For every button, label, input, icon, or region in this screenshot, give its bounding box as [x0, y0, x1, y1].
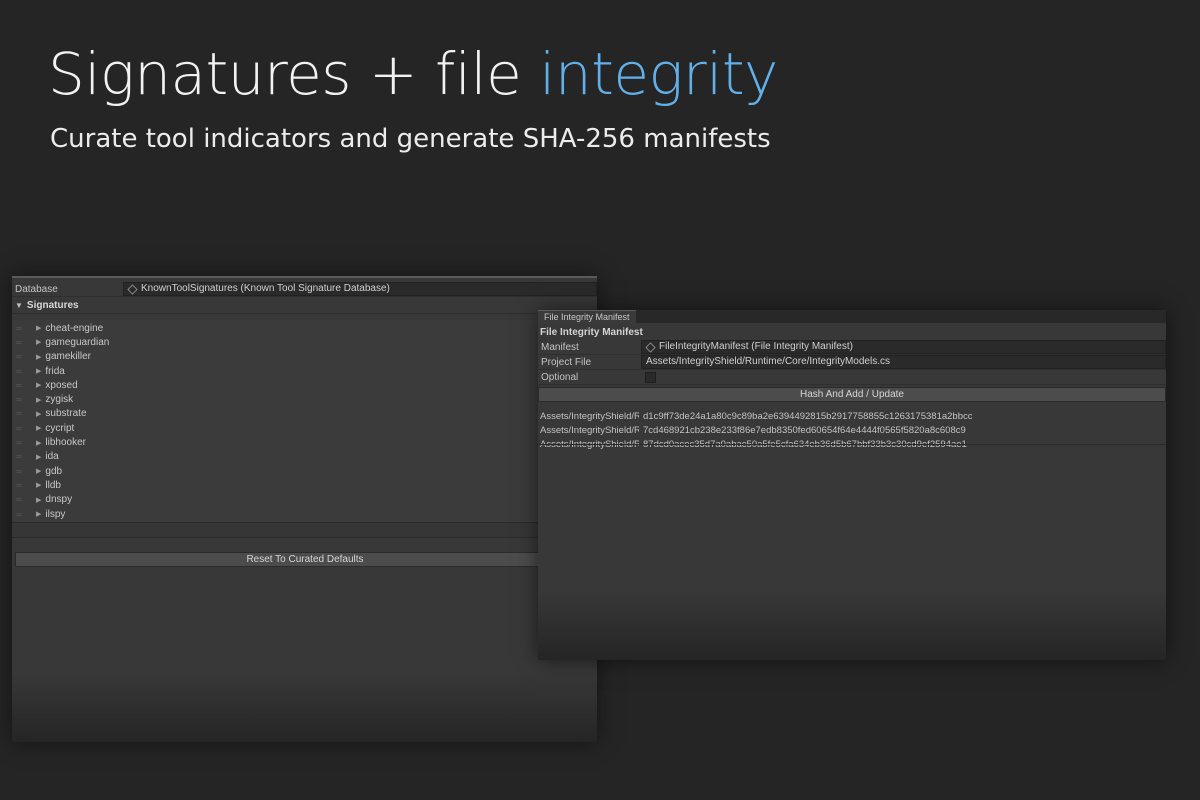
optional-label: Optional [541, 371, 579, 383]
entry-hash: 87dcd0acec35d7a0abac50a5fe5cfa634eb36d5b… [639, 438, 967, 452]
signature-label: xposed [45, 379, 78, 391]
reset-defaults-button[interactable]: Reset To Curated Defaults [15, 552, 595, 568]
drag-handle-icon[interactable]: ═ [16, 338, 26, 347]
optional-row: Optional [538, 370, 1166, 385]
manifest-value: FileIntegrityManifest (File Integrity Ma… [659, 341, 853, 352]
signatures-list: ═ ▶ cheat-engine ═ ▶ gameguardian ═ ▶ gamekiller… [12, 320, 597, 524]
hero-subtitle: Curate tool indicators and generate SHA-… [50, 124, 771, 154]
list-footer [12, 523, 597, 539]
divider [538, 444, 1166, 445]
foldout-collapsed-icon[interactable]: ▶ [36, 481, 41, 489]
list-item[interactable]: ═ ▶ libhooker [12, 435, 597, 449]
manifest-entries-list: Assets/IntegrityShield/Runt d1c9ff73de24a… [538, 410, 1166, 452]
signature-label: libhooker [45, 437, 86, 449]
foldout-collapsed-icon[interactable]: ▶ [36, 353, 41, 361]
drag-handle-icon[interactable]: ═ [16, 409, 26, 418]
manifest-entry-row[interactable]: Assets/IntegrityShield/Runt 7cd468921cb23… [538, 424, 1166, 438]
list-item[interactable]: ═ ▶ gamekiller [12, 350, 597, 364]
signature-label: gamekiller [45, 351, 91, 363]
foldout-collapsed-icon[interactable]: ▶ [36, 367, 41, 375]
database-row: Database KnownToolSignatures (Known Tool… [12, 282, 597, 297]
drag-handle-icon[interactable]: ═ [16, 395, 26, 404]
list-item[interactable]: ═ ▶ lldb [12, 478, 597, 492]
foldout-collapsed-icon[interactable]: ▶ [36, 396, 41, 404]
hero-title-accent: integrity [539, 40, 778, 108]
list-item[interactable]: ═ ▶ cycript [12, 421, 597, 435]
drag-handle-icon[interactable]: ═ [16, 495, 26, 504]
scriptable-object-icon [645, 341, 656, 353]
signature-label: substrate [45, 408, 87, 420]
entry-hash: d1c9ff73de24a1a80c9c89ba2e6394492815b291… [643, 411, 973, 422]
list-item[interactable]: ═ ▶ zygisk [12, 392, 597, 406]
signatures-foldout[interactable]: ▼ Signatures [12, 297, 597, 314]
entry-path: Assets/IntegrityShield/Runt [540, 425, 639, 436]
list-item[interactable]: ═ ▶ gdb [12, 464, 597, 478]
drag-handle-icon[interactable]: ═ [16, 438, 26, 447]
signature-label: dnspy [45, 494, 73, 506]
list-item[interactable]: ═ ▶ xposed [12, 378, 597, 392]
manifest-row: Manifest FileIntegrityManifest (File Int… [538, 340, 1166, 355]
project-file-field[interactable]: Assets/IntegrityShield/Runtime/Core/Inte… [641, 355, 1166, 369]
signature-label: gameguardian [45, 336, 110, 348]
foldout-collapsed-icon[interactable]: ▶ [36, 381, 41, 389]
drag-handle-icon[interactable]: ═ [16, 452, 26, 461]
scriptable-object-icon [127, 283, 138, 295]
entry-hash: 7cd468921cb238e233f86e7edb8350fed60654f6… [643, 425, 966, 436]
list-item[interactable]: ═ ▶ dnspy [12, 493, 597, 507]
signature-label: ilspy [45, 508, 66, 520]
drag-handle-icon[interactable]: ═ [16, 352, 26, 361]
signatures-label: Signatures [26, 299, 79, 311]
signature-label: cheat-engine [45, 322, 104, 334]
drag-handle-icon[interactable]: ═ [16, 467, 26, 476]
tab-strip: File Integrity Manifest [538, 310, 1166, 324]
list-item[interactable]: ═ ▶ cheat-engine [12, 321, 597, 335]
hero-title: Signatures + file integrity [48, 40, 778, 108]
foldout-expanded-icon: ▼ [15, 300, 23, 310]
hero-title-main: Signatures + file [48, 40, 540, 108]
manifest-entry-row[interactable]: Assets/IntegrityShield/Runt87dcd0acec35d… [538, 438, 1166, 452]
project-file-row: Project File Assets/IntegrityShield/Runt… [538, 355, 1166, 370]
drag-handle-icon[interactable]: ═ [16, 381, 26, 390]
foldout-collapsed-icon[interactable]: ▶ [36, 510, 41, 518]
list-item[interactable]: ═ ▶ gameguardian [12, 335, 597, 349]
list-item[interactable]: ═ ▶ ida [12, 450, 597, 464]
signature-label: cycript [45, 422, 75, 434]
list-item[interactable]: ═ ▶ ilspy [12, 507, 597, 521]
foldout-collapsed-icon[interactable]: ▶ [36, 424, 41, 432]
signature-label: zygisk [45, 394, 74, 406]
foldout-collapsed-icon[interactable]: ▶ [36, 410, 41, 418]
drag-handle-icon[interactable]: ═ [16, 481, 26, 490]
database-object-field[interactable]: KnownToolSignatures (Known Tool Signatur… [123, 282, 597, 296]
database-label: Database [15, 283, 58, 295]
list-item[interactable]: ═ ▶ substrate [12, 407, 597, 421]
drag-handle-icon[interactable]: ═ [16, 367, 26, 376]
signature-label: lldb [45, 479, 61, 491]
signature-label: frida [45, 365, 65, 377]
drag-handle-icon[interactable]: ═ [16, 510, 26, 519]
hash-add-update-button[interactable]: Hash And Add / Update [538, 387, 1166, 402]
manifest-label: Manifest [541, 341, 579, 353]
foldout-collapsed-icon[interactable]: ▶ [36, 338, 41, 346]
drag-handle-icon[interactable]: ═ [16, 324, 26, 333]
drag-handle-icon[interactable]: ═ [16, 424, 26, 433]
list-item[interactable]: ═ ▶ frida [12, 364, 597, 378]
entry-path: Assets/IntegrityShield/Runt [540, 411, 639, 422]
entry-path: Assets/IntegrityShield/Runt [538, 438, 639, 452]
manifest-header: File Integrity Manifest [540, 327, 643, 338]
manifest-object-field[interactable]: FileIntegrityManifest (File Integrity Ma… [641, 340, 1166, 354]
foldout-collapsed-icon[interactable]: ▶ [36, 324, 41, 332]
foldout-collapsed-icon[interactable]: ▶ [36, 467, 41, 475]
optional-checkbox[interactable] [645, 371, 656, 383]
database-value: KnownToolSignatures (Known Tool Signatur… [141, 283, 390, 294]
project-file-label: Project File [541, 356, 592, 368]
manifest-inspector-panel: File Integrity Manifest File Integrity M… [538, 310, 1166, 660]
foldout-collapsed-icon[interactable]: ▶ [36, 439, 41, 447]
foldout-collapsed-icon[interactable]: ▶ [36, 496, 41, 504]
manifest-entry-row[interactable]: Assets/IntegrityShield/Runt d1c9ff73de24a… [538, 410, 1166, 424]
signature-label: gdb [45, 465, 63, 477]
foldout-collapsed-icon[interactable]: ▶ [36, 453, 41, 461]
tab-file-integrity-manifest[interactable]: File Integrity Manifest [538, 310, 636, 324]
signature-inspector-panel: Database KnownToolSignatures (Known Tool… [12, 276, 597, 742]
signature-label: ida [45, 451, 59, 463]
